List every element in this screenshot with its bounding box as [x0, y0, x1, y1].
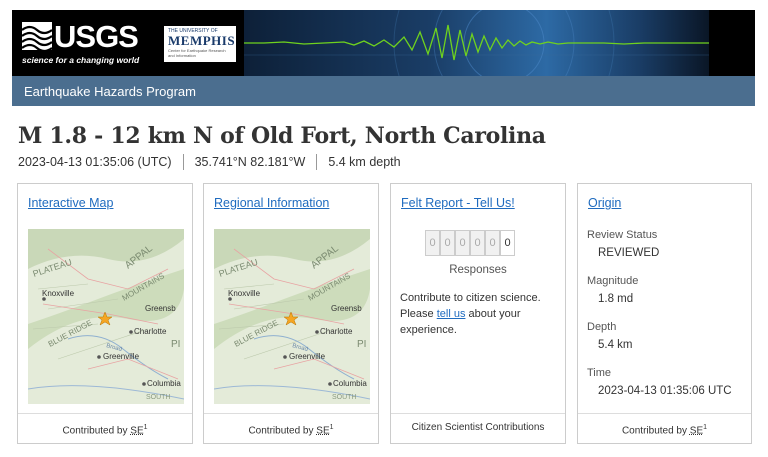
map-city-charlotte: Charlotte	[134, 327, 167, 336]
citizen-scientist-label: Citizen Scientist Contributions	[411, 422, 545, 433]
city-dot-icon	[328, 382, 332, 386]
map-label-pi: PI	[171, 339, 180, 350]
memphis-wordmark: MEMPHIS	[168, 33, 236, 48]
contributor-abbr[interactable]: SE	[690, 425, 703, 436]
map-city-greensboro: Greensb	[145, 304, 176, 313]
interactive-map-link[interactable]: Interactive Map	[28, 196, 113, 210]
contributor-abbr[interactable]: SE	[130, 425, 143, 436]
depth-value: 5.4 km	[598, 339, 633, 351]
city-dot-icon	[315, 330, 319, 334]
map-city-greenville: Greenville	[103, 352, 140, 361]
map-label-south: SOUTH	[146, 394, 171, 401]
memphis-subtitle: Center for Earthquake Research and Infor…	[168, 48, 226, 58]
meta-divider	[316, 154, 318, 170]
card-footer: Contributed by SE1	[204, 413, 378, 443]
usgs-wordmark: USGS	[54, 19, 139, 54]
map-graphic: PLATEAU APPAL MOUNTAINS BLUE RIDGE PI Kn…	[214, 229, 370, 404]
contributor-footnote[interactable]: 1	[144, 424, 148, 431]
time-label: Time	[587, 367, 612, 379]
map-label-south: SOUTH	[332, 394, 357, 401]
map-city-knoxville: Knoxville	[42, 289, 75, 298]
counter-digit: 0	[470, 230, 485, 256]
time-value: 2023-04-13 01:35:06 UTC	[598, 385, 732, 397]
card-footer: Contributed by SE1	[18, 413, 192, 443]
map-city-knoxville: Knoxville	[228, 289, 261, 298]
regional-information-link[interactable]: Regional Information	[214, 196, 329, 210]
contributed-label: Contributed by	[248, 425, 314, 437]
program-title[interactable]: Earthquake Hazards Program	[24, 84, 196, 99]
map-graphic: PLATEAU APPAL MOUNTAINS BLUE RIDGE PI Kn…	[28, 229, 184, 404]
origin-details: Review Status REVIEWED Magnitude 1.8 md …	[587, 229, 747, 413]
program-bar[interactable]: Earthquake Hazards Program	[12, 76, 755, 106]
map-city-columbia: Columbia	[147, 379, 181, 388]
usgs-logo[interactable]: USGS science for a changing world	[22, 20, 147, 68]
map-city-greenville: Greenville	[289, 352, 326, 361]
meta-divider	[182, 154, 184, 170]
felt-report-link[interactable]: Felt Report - Tell Us!	[401, 196, 515, 210]
felt-report-description: Contribute to citizen science. Please te…	[400, 290, 550, 338]
review-status-value: REVIEWED	[598, 247, 660, 259]
memphis-logo[interactable]: THE UNIVERSITY OF MEMPHIS Center for Ear…	[164, 26, 236, 62]
counter-digit: 0	[485, 230, 500, 256]
contributed-label: Contributed by	[62, 425, 128, 437]
interactive-map-card: Interactive Map PLATEAU APPAL MOUNTAINS …	[17, 183, 193, 444]
city-dot-icon	[97, 355, 101, 359]
contributor-footnote[interactable]: 1	[703, 424, 707, 431]
magnitude-value: 1.8 md	[598, 293, 634, 305]
counter-digit: 0	[455, 230, 470, 256]
responses-label: Responses	[449, 264, 507, 276]
city-dot-icon	[142, 382, 146, 386]
event-coordinates: 35.741°N 82.181°W	[194, 155, 306, 169]
regional-map-thumbnail[interactable]: PLATEAU APPAL MOUNTAINS BLUE RIDGE PI Kn…	[214, 229, 370, 404]
city-dot-icon	[129, 330, 133, 334]
responses-counter: 0 0 0 0 0 0	[425, 230, 515, 256]
review-status-label: Review Status	[587, 229, 658, 241]
contributed-label: Contributed by	[621, 425, 687, 437]
contributor-abbr[interactable]: SE	[316, 425, 329, 436]
interactive-map-thumbnail[interactable]: PLATEAU APPAL MOUNTAINS BLUE RIDGE PI Kn…	[28, 229, 184, 404]
counter-digit: 0	[440, 230, 455, 256]
card-footer: Contributed by SE1	[578, 413, 751, 443]
event-depth: 5.4 km depth	[328, 155, 401, 169]
event-time: 2023-04-13 01:35:06 (UTC)	[18, 155, 172, 169]
tell-us-link[interactable]: tell us	[437, 308, 466, 320]
map-city-charlotte: Charlotte	[320, 327, 353, 336]
contributor-footnote[interactable]: 1	[330, 424, 334, 431]
seismogram-banner	[244, 10, 709, 76]
header-banner: USGS science for a changing world THE UN…	[12, 10, 755, 76]
map-city-columbia: Columbia	[333, 379, 367, 388]
regional-information-card: Regional Information PLATEAU APPAL MOUNT…	[203, 183, 379, 444]
usgs-wave-icon	[22, 22, 52, 50]
event-meta: 2023-04-13 01:35:06 (UTC) 35.741°N 82.18…	[18, 154, 401, 170]
counter-digit: 0	[500, 230, 515, 256]
map-city-greensboro: Greensb	[331, 304, 362, 313]
seismogram-graphic	[244, 10, 709, 76]
magnitude-label: Magnitude	[587, 275, 639, 287]
origin-card: Origin Review Status REVIEWED Magnitude …	[577, 183, 752, 444]
counter-digit: 0	[425, 230, 440, 256]
origin-link[interactable]: Origin	[588, 196, 621, 210]
event-title: M 1.8 - 12 km N of Old Fort, North Carol…	[18, 123, 546, 149]
depth-label: Depth	[587, 321, 617, 333]
city-dot-icon	[283, 355, 287, 359]
map-label-pi: PI	[357, 339, 366, 350]
felt-report-card: Felt Report - Tell Us! 0 0 0 0 0 0 Respo…	[390, 183, 566, 444]
usgs-tagline: science for a changing world	[22, 55, 140, 65]
card-footer: Citizen Scientist Contributions	[391, 413, 565, 443]
